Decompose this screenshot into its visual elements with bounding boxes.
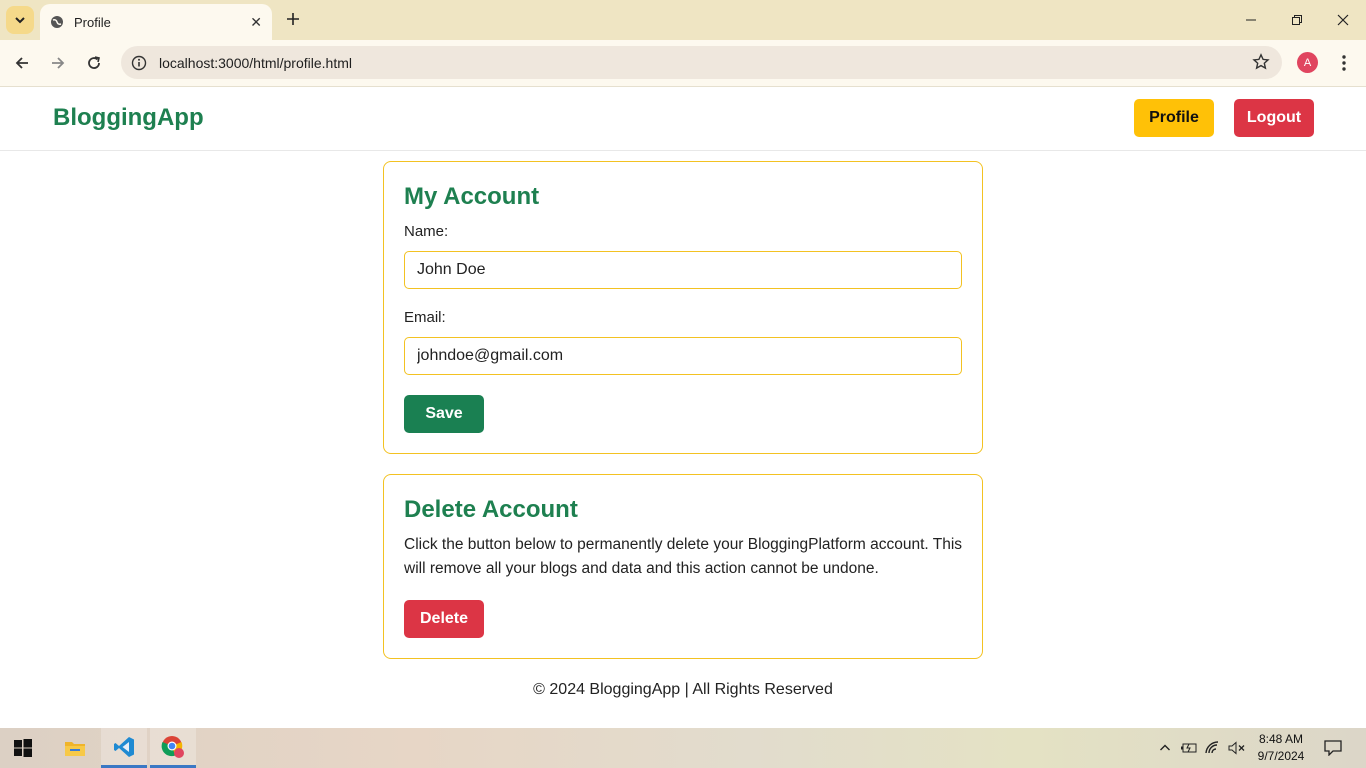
my-account-card: My Account Name: Email: Save <box>383 161 983 454</box>
volume-muted-icon[interactable] <box>1227 738 1247 758</box>
browser-tab-strip: Profile ✕ <box>0 0 1366 40</box>
save-button[interactable]: Save <box>404 395 484 433</box>
minimize-button[interactable] <box>1228 6 1274 34</box>
email-label: Email: <box>404 309 446 326</box>
delete-button[interactable]: Delete <box>404 600 484 638</box>
reload-icon <box>88 56 100 69</box>
site-navbar: BloggingApp Profile Logout <box>0 87 1366 151</box>
site-info-icon[interactable] <box>131 55 147 71</box>
browser-toolbar: localhost:3000/html/profile.html A <box>0 40 1366 87</box>
arrow-left-icon <box>15 57 28 69</box>
windows-taskbar: 8:48 AM 9/7/2024 <box>0 728 1366 768</box>
reload-button[interactable] <box>80 49 108 77</box>
profile-button[interactable]: Profile <box>1134 99 1214 137</box>
chevron-down-icon <box>15 17 25 24</box>
site-footer: © 2024 BloggingApp | All Rights Reserved <box>533 681 833 698</box>
arrow-right-icon <box>52 57 65 69</box>
back-button[interactable] <box>8 49 36 77</box>
tab-search-button[interactable] <box>6 6 34 34</box>
browser-menu-icon[interactable] <box>1334 50 1354 76</box>
address-bar[interactable]: localhost:3000/html/profile.html <box>121 46 1282 79</box>
browser-tab-profile[interactable]: Profile ✕ <box>40 4 272 40</box>
logout-button[interactable]: Logout <box>1234 99 1314 137</box>
brand-logo[interactable]: BloggingApp <box>53 104 204 132</box>
delete-account-title: Delete Account <box>404 496 578 523</box>
restore-button[interactable] <box>1274 6 1320 34</box>
forward-button[interactable] <box>44 49 72 77</box>
wifi-icon[interactable] <box>1204 738 1224 758</box>
email-input[interactable] <box>404 337 962 375</box>
file-explorer-icon[interactable] <box>52 728 98 768</box>
bookmark-star-icon[interactable] <box>1252 53 1270 76</box>
url-text: localhost:3000/html/profile.html <box>159 54 352 71</box>
restore-icon <box>1292 15 1302 25</box>
plus-icon <box>287 13 299 25</box>
globe-icon <box>51 16 63 28</box>
profile-avatar[interactable]: A <box>1297 52 1318 73</box>
chrome-icon[interactable] <box>150 728 196 768</box>
notification-center-icon[interactable] <box>1322 737 1344 759</box>
name-input[interactable] <box>404 251 962 289</box>
minimize-icon <box>1246 19 1256 21</box>
delete-account-card: Delete Account Click the button below to… <box>383 474 983 659</box>
new-tab-button[interactable] <box>282 8 304 30</box>
chevron-up-icon[interactable] <box>1155 738 1175 758</box>
close-icon <box>1337 14 1349 26</box>
windows-start-icon[interactable] <box>0 728 46 768</box>
clock-time: 8:48 AM <box>1258 732 1304 746</box>
delete-account-description: Click the button below to permanently de… <box>404 536 963 577</box>
clock-date: 9/7/2024 <box>1257 749 1305 763</box>
tab-close-icon[interactable]: ✕ <box>250 14 262 31</box>
taskbar-clock[interactable]: 8:48 AM 9/7/2024 <box>1252 731 1310 765</box>
close-window-button[interactable] <box>1320 6 1366 34</box>
tab-title: Profile <box>74 14 111 30</box>
vscode-icon[interactable] <box>101 728 147 768</box>
name-label: Name: <box>404 223 449 240</box>
my-account-title: My Account <box>404 183 540 210</box>
battery-icon[interactable] <box>1179 738 1199 758</box>
